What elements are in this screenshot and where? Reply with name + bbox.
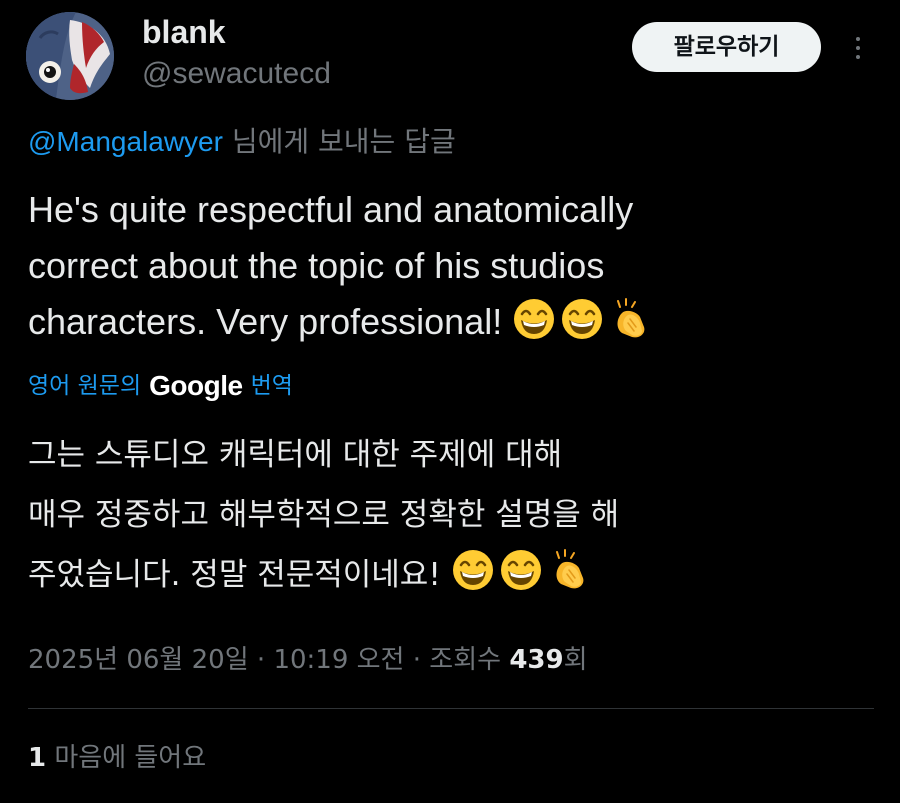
grinning-face-with-smiling-eyes-emoji	[452, 550, 493, 590]
translation-attribution: 영어 원문의 Google 번역	[28, 366, 293, 406]
tweet-text-line: He's quite respectful and anatomically	[28, 189, 634, 230]
translated-text-line: 그는 스튜디오 캐릭터에 대한 주제에 대해	[28, 437, 563, 473]
clapping-hands-emoji	[617, 298, 645, 338]
divider	[28, 708, 874, 709]
more-dot	[856, 37, 860, 41]
tweet-text: He's quite respectful and anatomically c…	[28, 182, 878, 350]
tweet-text-segment: characters. Very professional!	[28, 301, 503, 342]
tweet-text-line-with-emoji: characters. Very professional!	[28, 294, 878, 350]
clapping-hands-emoji	[555, 549, 583, 589]
tweet-time[interactable]: 10:19 오전	[273, 645, 404, 675]
meta-separator: ·	[256, 645, 266, 675]
tweet-meta: 2025년 06월 20일 · 10:19 오전 · 조회수 439회	[28, 640, 588, 680]
translation-source-label: 영어 원문의	[28, 373, 142, 399]
google-logo: Google	[149, 370, 243, 401]
likes-summary[interactable]: 1 마음에 들어요	[28, 738, 206, 778]
more-vertical-icon[interactable]	[840, 30, 876, 66]
avatar-image	[26, 12, 114, 100]
grinning-face-with-smiling-eyes-emoji	[514, 299, 555, 339]
translated-text-line-with-emoji: 주었습니다. 정말 전문적이네요!	[28, 545, 878, 605]
grinning-face-with-smiling-eyes-emoji	[500, 550, 541, 590]
translated-text: 그는 스튜디오 캐릭터에 대한 주제에 대해 매우 정중하고 해부학적으로 정확…	[28, 425, 878, 605]
translate-link[interactable]: 번역	[251, 366, 293, 406]
reply-context-label: 님에게 보내는 답글	[231, 125, 456, 158]
display-name[interactable]: blank	[142, 12, 226, 52]
grinning-face-with-smiling-eyes-emoji	[562, 299, 603, 339]
translated-text-line: 매우 정중하고 해부학적으로 정확한 설명을 해	[28, 497, 620, 533]
more-dot	[856, 46, 860, 50]
views-label: 조회수	[429, 645, 502, 675]
reply-context: @Mangalawyer 님에게 보내는 답글	[28, 122, 456, 162]
views-count: 439	[509, 645, 564, 675]
likes-label: 마음에 들어요	[54, 743, 207, 773]
reply-mention-link[interactable]: @Mangalawyer	[28, 126, 223, 157]
views-unit: 회	[563, 645, 588, 675]
meta-separator: ·	[412, 645, 422, 675]
more-dot	[856, 55, 860, 59]
follow-button[interactable]: 팔로우하기	[632, 22, 821, 72]
user-handle[interactable]: @sewacutecd	[142, 55, 331, 93]
likes-count: 1	[28, 743, 47, 773]
translated-text-segment: 주었습니다. 정말 전문적이네요!	[28, 557, 441, 593]
tweet-text-line: correct about the topic of his studios	[28, 245, 605, 286]
tweet-date[interactable]: 2025년 06월 20일	[28, 645, 249, 675]
avatar[interactable]	[26, 12, 114, 100]
